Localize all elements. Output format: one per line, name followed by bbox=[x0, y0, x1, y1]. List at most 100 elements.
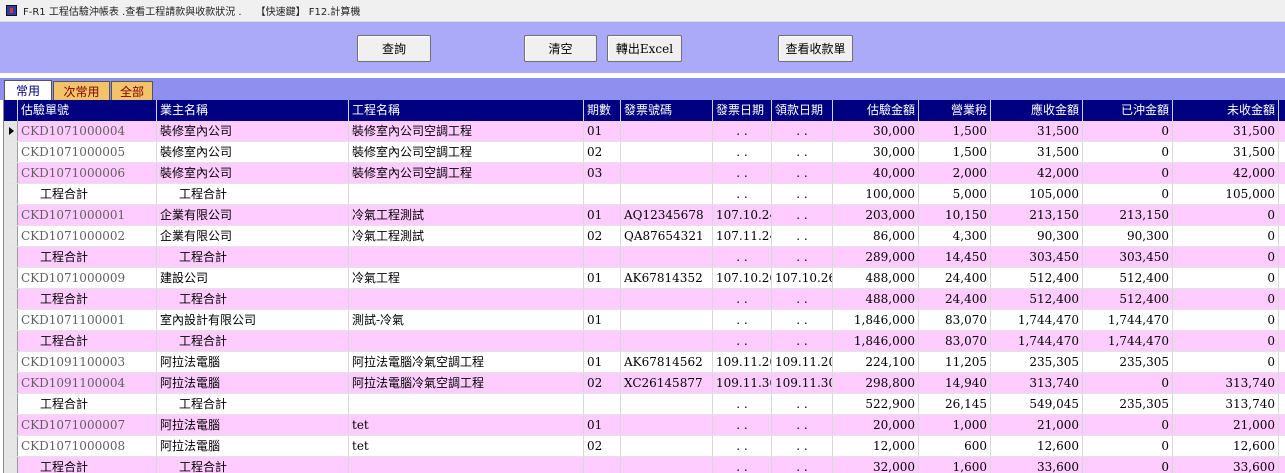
cell-period[interactable]: 02 bbox=[584, 436, 621, 456]
cell-owner-name[interactable]: 工程合計 bbox=[157, 394, 349, 414]
cell-estimate-no[interactable]: CKD1071000008 bbox=[18, 436, 157, 456]
cell-business-tax[interactable]: 83,070 bbox=[919, 331, 991, 351]
cell-project-name[interactable]: 裝修室內公司空調工程 bbox=[349, 142, 584, 162]
cell-invoice-date[interactable]: . . bbox=[713, 184, 772, 204]
table-row[interactable]: CKD1071000008 阿拉法電腦 tet 02. .. . 12,000 600 12… bbox=[4, 436, 1285, 457]
table-row[interactable]: CKD1071000006 裝修室內公司 裝修室內公司空調工程 03. .. . 40,… bbox=[4, 163, 1285, 184]
cell-outstanding-amount[interactable]: 31,500 bbox=[1173, 121, 1279, 141]
cell-estimate-no[interactable]: CKD1071100001 bbox=[18, 310, 157, 330]
column-header-estimate-no[interactable]: 估驗單號 bbox=[18, 100, 157, 121]
cell-receipt-date[interactable]: 109.11.20 bbox=[772, 352, 833, 372]
cell-business-tax[interactable]: 14,940 bbox=[919, 373, 991, 393]
cell-receipt-date[interactable]: 109.11.30 bbox=[772, 373, 833, 393]
cell-project-name[interactable]: 冷氣工程測試 bbox=[349, 205, 584, 225]
cell-invoice-date[interactable]: . . bbox=[713, 289, 772, 309]
cell-receivable-amount[interactable]: 313,740 bbox=[991, 373, 1083, 393]
cell-owner-name[interactable]: 工程合計 bbox=[157, 289, 349, 309]
cell-outstanding-amount[interactable]: 42,000 bbox=[1173, 163, 1279, 183]
cell-period[interactable] bbox=[584, 394, 621, 414]
row-selector[interactable] bbox=[4, 268, 18, 288]
cell-owner-name[interactable]: 裝修室內公司 bbox=[157, 163, 349, 183]
cell-receivable-amount[interactable]: 42,000 bbox=[991, 163, 1083, 183]
cell-period[interactable]: 03 bbox=[584, 163, 621, 183]
table-row[interactable]: CKD1091100004 阿拉法電腦 阿拉法電腦冷氣空調工程 02 XC2614587… bbox=[4, 373, 1285, 394]
query-button[interactable]: 查詢 bbox=[357, 35, 431, 62]
cell-invoice-no[interactable]: AQ12345678 bbox=[621, 205, 713, 225]
cell-receipt-date[interactable]: . . bbox=[772, 436, 833, 456]
cell-period[interactable]: 02 bbox=[584, 373, 621, 393]
cell-invoice-no[interactable] bbox=[621, 415, 713, 435]
cell-offset-amount[interactable]: 235,305 bbox=[1083, 394, 1173, 414]
cell-estimate-no[interactable]: 工程合計 bbox=[18, 184, 157, 204]
cell-offset-amount[interactable]: 0 bbox=[1083, 415, 1173, 435]
cell-outstanding-amount[interactable]: 0 bbox=[1173, 226, 1279, 246]
row-selector[interactable] bbox=[4, 310, 18, 330]
cell-owner-name[interactable]: 工程合計 bbox=[157, 457, 349, 473]
cell-estimate-no[interactable]: CKD1071000004 bbox=[18, 121, 157, 141]
cell-estimate-no[interactable]: 工程合計 bbox=[18, 247, 157, 267]
cell-owner-name[interactable]: 工程合計 bbox=[157, 247, 349, 267]
export-excel-button[interactable]: 轉出Excel bbox=[607, 35, 682, 62]
column-header-owner-name[interactable]: 業主名稱 bbox=[157, 100, 349, 121]
cell-business-tax[interactable]: 2,000 bbox=[919, 163, 991, 183]
cell-estimate-amount[interactable]: 522,900 bbox=[833, 394, 919, 414]
cell-estimate-no[interactable]: CKD1071000006 bbox=[18, 163, 157, 183]
cell-offset-amount[interactable]: 235,305 bbox=[1083, 352, 1173, 372]
cell-project-name[interactable]: 阿拉法電腦冷氣空調工程 bbox=[349, 373, 584, 393]
cell-estimate-amount[interactable]: 488,000 bbox=[833, 289, 919, 309]
cell-project-name[interactable] bbox=[349, 184, 584, 204]
tab-common[interactable]: 常用 bbox=[4, 80, 52, 100]
cell-invoice-date[interactable]: . . bbox=[713, 121, 772, 141]
subtotal-row[interactable]: 工程合計 工程合計. .. . 32,000 1,600 33,600 0 33,600 bbox=[4, 457, 1285, 473]
cell-receivable-amount[interactable]: 31,500 bbox=[991, 121, 1083, 141]
cell-invoice-no[interactable]: QA87654321 bbox=[621, 226, 713, 246]
cell-owner-name[interactable]: 阿拉法電腦 bbox=[157, 373, 349, 393]
column-header-estimate-amount[interactable]: 估驗金額 bbox=[833, 100, 919, 121]
cell-receivable-amount[interactable]: 549,045 bbox=[991, 394, 1083, 414]
clear-button[interactable]: 清空 bbox=[524, 35, 597, 62]
cell-business-tax[interactable]: 24,400 bbox=[919, 289, 991, 309]
cell-receivable-amount[interactable]: 90,300 bbox=[991, 226, 1083, 246]
cell-receivable-amount[interactable]: 21,000 bbox=[991, 415, 1083, 435]
cell-period[interactable] bbox=[584, 247, 621, 267]
cell-outstanding-amount[interactable]: 0 bbox=[1173, 205, 1279, 225]
cell-project-name[interactable]: 阿拉法電腦冷氣空調工程 bbox=[349, 352, 584, 372]
cell-offset-amount[interactable]: 1,744,470 bbox=[1083, 331, 1173, 351]
cell-project-name[interactable] bbox=[349, 394, 584, 414]
cell-receivable-amount[interactable]: 33,600 bbox=[991, 457, 1083, 473]
cell-receivable-amount[interactable]: 12,600 bbox=[991, 436, 1083, 456]
cell-receivable-amount[interactable]: 105,000 bbox=[991, 184, 1083, 204]
row-selector[interactable] bbox=[4, 226, 18, 246]
cell-invoice-date[interactable]: . . bbox=[713, 457, 772, 473]
cell-estimate-amount[interactable]: 12,000 bbox=[833, 436, 919, 456]
row-selector[interactable] bbox=[4, 457, 18, 473]
row-selector[interactable] bbox=[4, 436, 18, 456]
cell-period[interactable]: 01 bbox=[584, 352, 621, 372]
cell-project-name[interactable] bbox=[349, 457, 584, 473]
cell-invoice-no[interactable] bbox=[621, 247, 713, 267]
cell-period[interactable]: 02 bbox=[584, 226, 621, 246]
column-header-offset-amount[interactable]: 已沖金額 bbox=[1083, 100, 1173, 121]
cell-owner-name[interactable]: 阿拉法電腦 bbox=[157, 415, 349, 435]
cell-invoice-no[interactable] bbox=[621, 436, 713, 456]
cell-owner-name[interactable]: 阿拉法電腦 bbox=[157, 352, 349, 372]
cell-business-tax[interactable]: 14,450 bbox=[919, 247, 991, 267]
row-selector[interactable] bbox=[4, 184, 18, 204]
cell-invoice-date[interactable]: . . bbox=[713, 394, 772, 414]
row-selector[interactable] bbox=[4, 352, 18, 372]
cell-period[interactable]: 01 bbox=[584, 268, 621, 288]
cell-owner-name[interactable]: 工程合計 bbox=[157, 331, 349, 351]
cell-invoice-date[interactable]: . . bbox=[713, 415, 772, 435]
cell-business-tax[interactable]: 26,145 bbox=[919, 394, 991, 414]
cell-outstanding-amount[interactable]: 0 bbox=[1173, 247, 1279, 267]
view-receipt-button[interactable]: 查看收款單 bbox=[778, 35, 853, 62]
cell-business-tax[interactable]: 5,000 bbox=[919, 184, 991, 204]
cell-period[interactable] bbox=[584, 457, 621, 473]
cell-receipt-date[interactable]: . . bbox=[772, 394, 833, 414]
row-selector[interactable] bbox=[4, 415, 18, 435]
cell-outstanding-amount[interactable]: 313,740 bbox=[1173, 394, 1279, 414]
cell-estimate-amount[interactable]: 100,000 bbox=[833, 184, 919, 204]
row-selector[interactable] bbox=[4, 205, 18, 225]
cell-invoice-date[interactable]: . . bbox=[713, 331, 772, 351]
cell-business-tax[interactable]: 83,070 bbox=[919, 310, 991, 330]
